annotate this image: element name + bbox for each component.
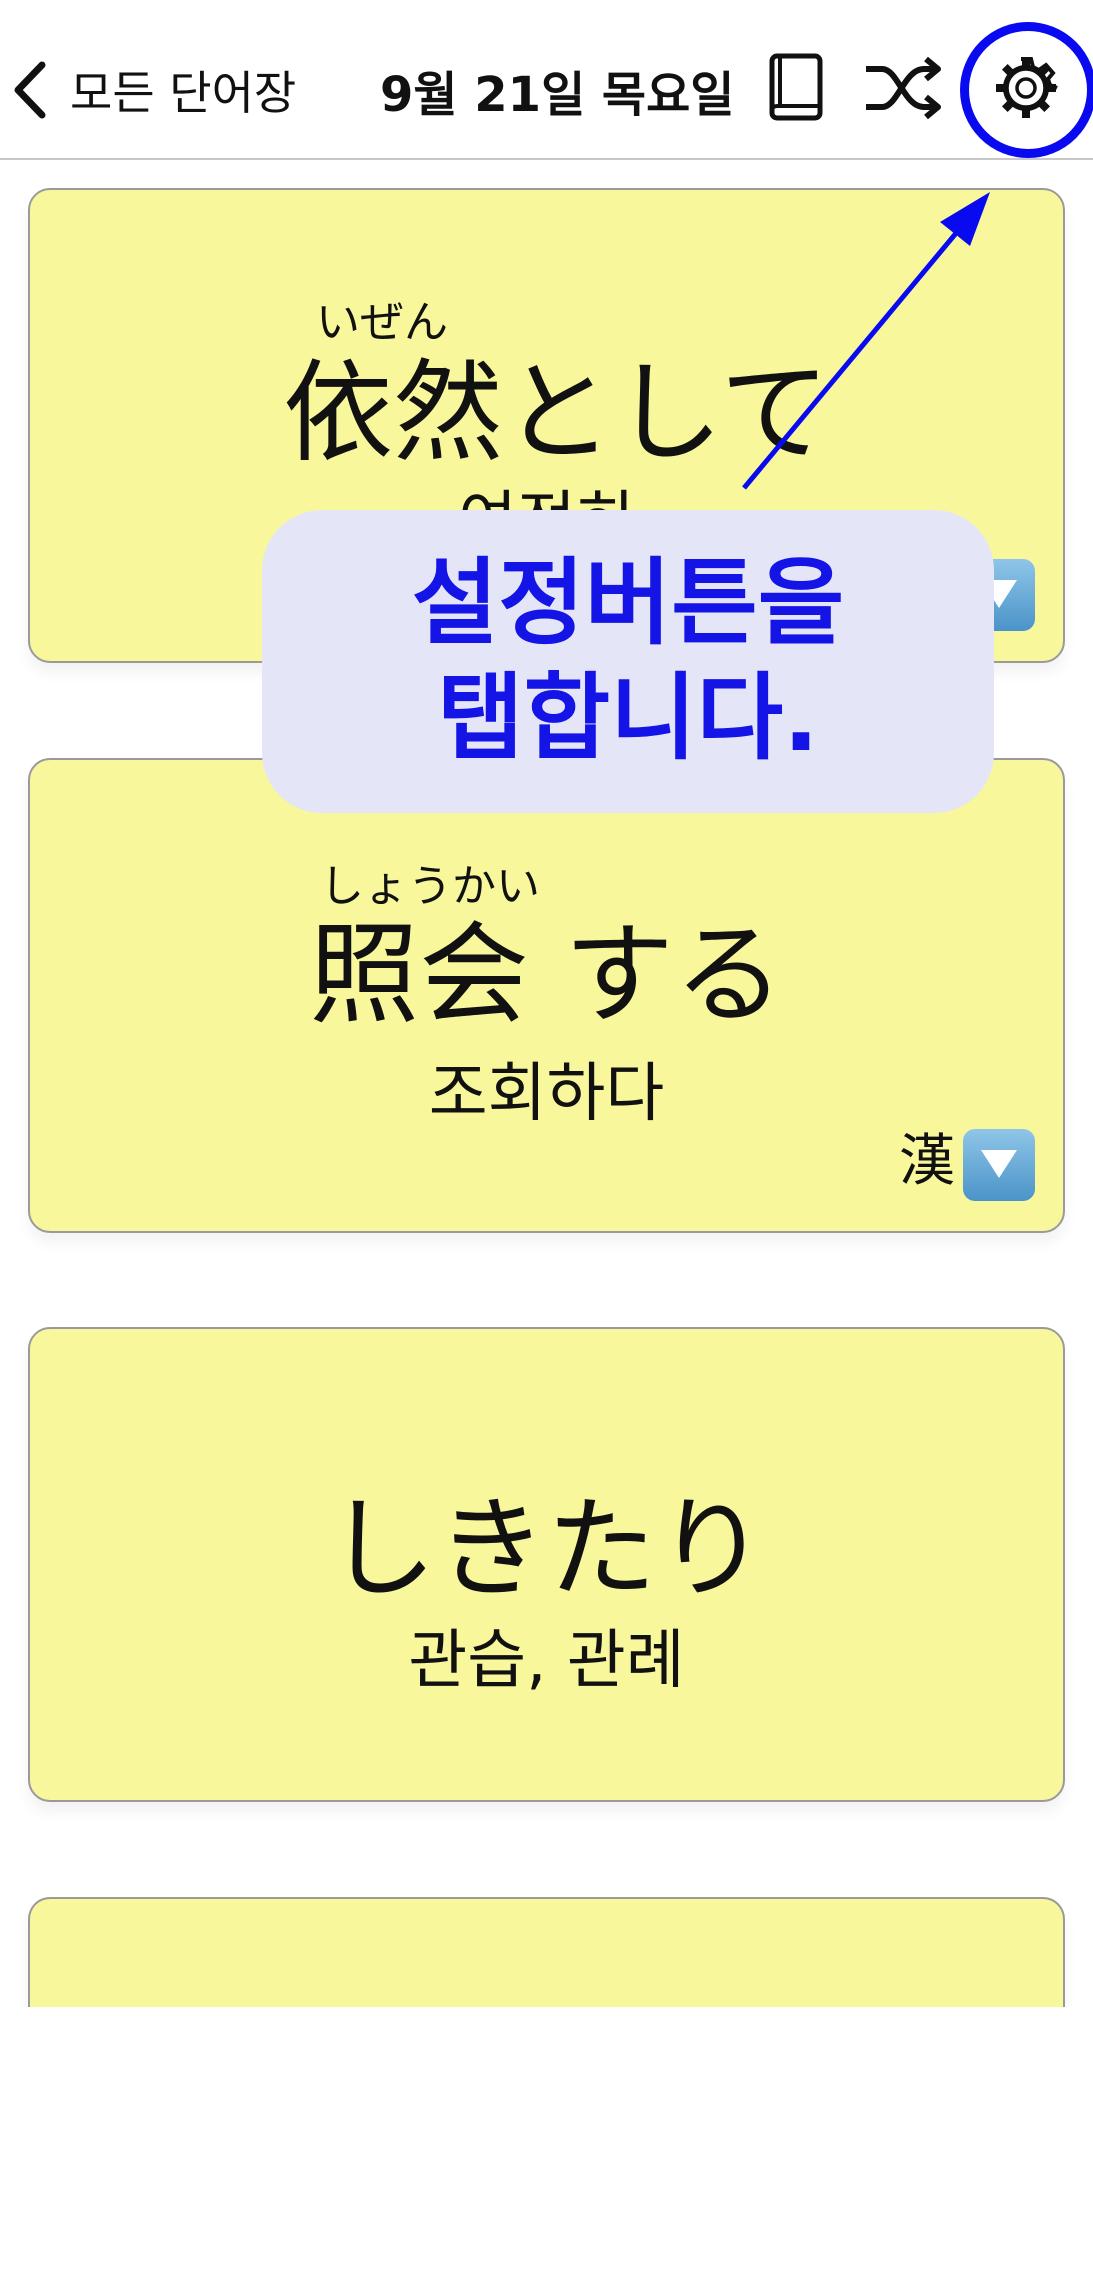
word-card[interactable]: しょうかい 照会 する 조회하다 漢 (28, 758, 1065, 1233)
word-card[interactable]: しきたり 관습, 관례 (28, 1327, 1065, 1802)
callout-line-2: 탭합니다. (437, 663, 819, 773)
expand-button[interactable] (963, 1129, 1035, 1201)
screen: 모든 단어장 9월 21일 목요일 いぜん 依然として しょうかい 照会 する … (0, 0, 1093, 2270)
word: 照会 する (309, 911, 784, 1039)
annotation-arrow (742, 192, 990, 490)
kanji-badge: 漢 (899, 1129, 955, 1194)
empty-area (0, 2007, 1093, 2270)
expand-down-icon (977, 1144, 1021, 1186)
instruction-callout: 설정버튼을 탭합니다. (262, 510, 994, 813)
furigana: しょうかい (320, 861, 540, 912)
meaning: 관습, 관례 (408, 1624, 685, 1698)
highlight-ring (960, 22, 1093, 158)
word: しきたり (326, 1485, 767, 1613)
callout-line-1: 설정버튼을 (411, 548, 845, 658)
